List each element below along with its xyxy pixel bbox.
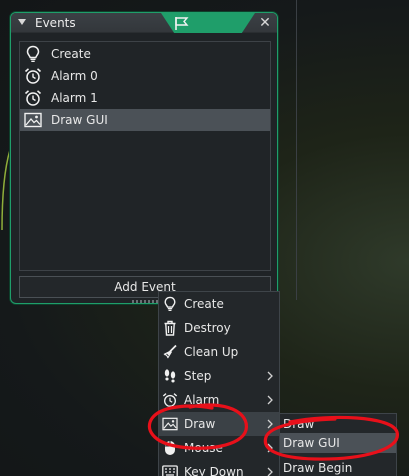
broom-icon [162,344,178,360]
menu-item-alarm[interactable]: Alarm [159,388,279,412]
alarm-clock-icon [162,392,178,408]
submenu-item-draw-gui[interactable]: Draw GUI [280,433,396,453]
submenu-item-draw-begin[interactable]: Draw Begin [280,458,396,476]
event-item-draw-gui[interactable]: Draw GUI [20,109,270,131]
close-icon[interactable]: ✕ [258,15,272,31]
trash-icon [162,320,178,336]
events-window: Events ✕ Create Alarm 0 Alarm 1 Draw GUI… [10,12,278,304]
menu-item-draw[interactable]: Draw [159,412,279,436]
footsteps-icon [162,368,178,384]
chevron-right-icon [267,419,273,429]
flag-icon[interactable] [173,16,191,31]
chevron-right-icon [267,443,273,453]
event-item-alarm-0[interactable]: Alarm 0 [20,65,270,87]
menu-label: Key Down [184,465,244,476]
event-label: Alarm 1 [51,91,98,105]
panel-divider [296,0,297,300]
menu-item-mouse[interactable]: Mouse [159,436,279,460]
menu-label: Clean Up [184,345,239,359]
menu-label: Destroy [184,321,231,335]
alarm-clock-icon [23,66,43,86]
menu-label: Create [184,297,224,311]
event-label: Create [51,47,91,61]
chevron-right-icon [267,395,273,405]
lightbulb-icon [162,296,178,312]
menu-item-create[interactable]: Create [159,292,279,316]
draw-submenu: Draw Draw GUI Draw Begin [279,413,397,476]
menu-label: Step [184,369,212,383]
lightbulb-icon [23,44,43,64]
chevron-right-icon [267,467,273,476]
event-label: Draw GUI [51,113,108,127]
menu-label: Alarm [184,393,220,407]
submenu-item-draw[interactable]: Draw [280,414,396,434]
chevron-right-icon [267,371,273,381]
window-title: Events [35,16,76,30]
menu-item-step[interactable]: Step [159,364,279,388]
mouse-icon [162,440,178,456]
events-list: Create Alarm 0 Alarm 1 Draw GUI [19,41,271,271]
add-event-menu: Create Destroy Clean Up Step Alarm Draw [158,291,280,476]
image-icon [162,416,178,432]
image-icon [23,110,43,130]
event-label: Alarm 0 [51,69,98,83]
menu-item-destroy[interactable]: Destroy [159,316,279,340]
alarm-clock-icon [23,88,43,108]
menu-label: Mouse [184,441,223,455]
resize-grip[interactable] [132,300,158,303]
menu-item-key-down[interactable]: Key Down [159,460,279,476]
event-item-create[interactable]: Create [20,43,270,65]
keyboard-icon [162,464,178,476]
menu-item-clean-up[interactable]: Clean Up [159,340,279,364]
events-titlebar[interactable]: Events ✕ [11,13,277,33]
menu-label: Draw [184,417,216,431]
event-item-alarm-1[interactable]: Alarm 1 [20,87,270,109]
collapse-arrow-icon[interactable] [18,19,26,25]
